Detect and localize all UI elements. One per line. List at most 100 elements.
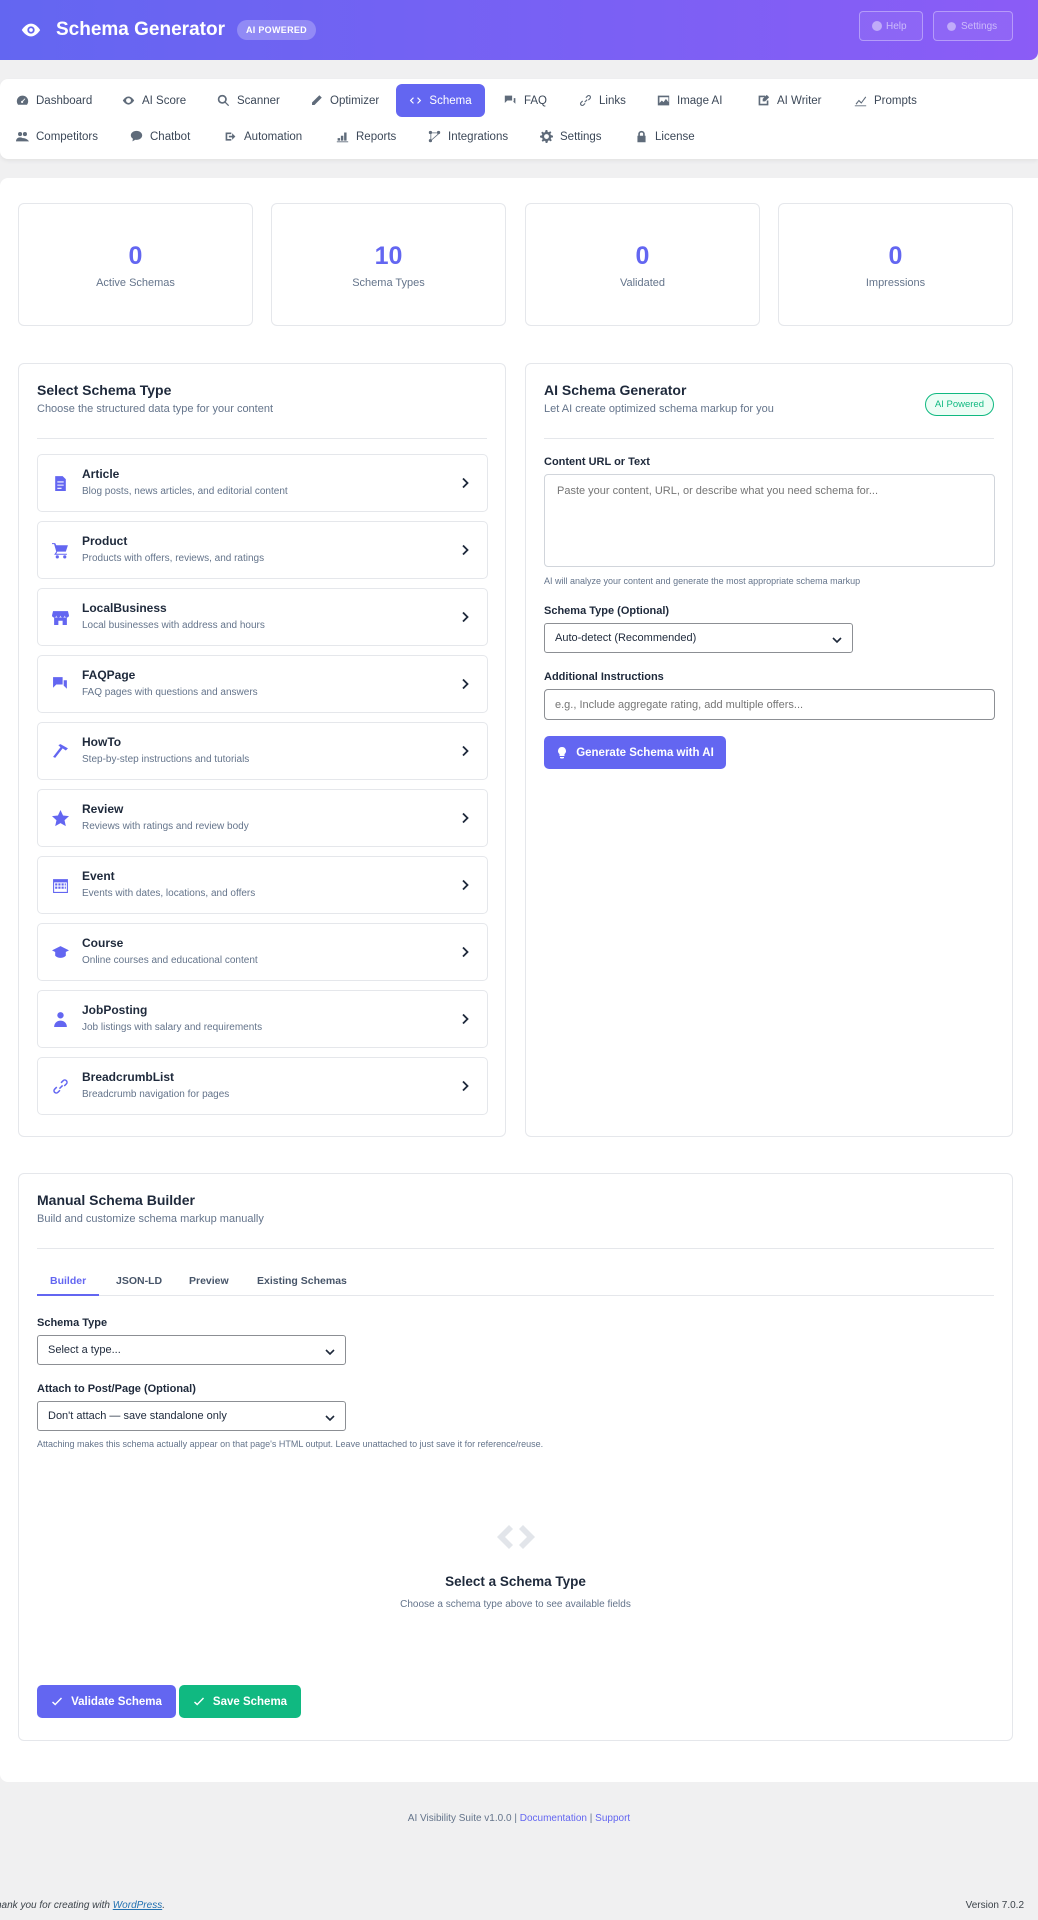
- schema-type-desc: Products with offers, reviews, and ratin…: [82, 553, 265, 564]
- nav-competitors[interactable]: Competitors: [6, 120, 108, 153]
- schema-type-name: JobPosting: [82, 1003, 148, 1017]
- nav-label: Competitors: [36, 130, 98, 143]
- attach-hint: Attaching makes this schema actually app…: [37, 1439, 544, 1449]
- divider: [544, 438, 994, 439]
- save-schema-button[interactable]: Save Schema: [179, 1685, 301, 1718]
- schema-type-faqpage[interactable]: FAQPage FAQ pages with questions and ans…: [37, 655, 488, 713]
- cart-icon: [52, 543, 68, 559]
- nav-schema[interactable]: Schema: [396, 84, 485, 117]
- schema-type-desc: Blog posts, news articles, and editorial…: [82, 486, 288, 497]
- instructions-input[interactable]: [544, 689, 995, 720]
- ai-powered-badge: AI Powered: [924, 393, 994, 416]
- nav-image-ai[interactable]: Image AI: [647, 84, 732, 117]
- nav-ai-writer[interactable]: AI Writer: [747, 84, 832, 117]
- chevron-right-icon: [462, 745, 469, 757]
- nav-label: FAQ: [524, 94, 548, 107]
- hammer-icon: [53, 744, 68, 758]
- user-icon: [54, 1012, 67, 1027]
- schema-type-course[interactable]: Course Online courses and educational co…: [37, 923, 488, 981]
- schema-type-name: FAQPage: [82, 668, 136, 682]
- schema-type-desc: Events with dates, locations, and offers: [82, 888, 256, 899]
- schema-type-name: Course: [82, 936, 124, 950]
- suite-version: AI Visibility Suite v1.0.0 |: [407, 1813, 517, 1824]
- validate-schema-button[interactable]: Validate Schema: [37, 1685, 176, 1718]
- nav-ai-score[interactable]: AI Score: [112, 84, 196, 117]
- schema-type-breadcrumblist[interactable]: BreadcrumbList Breadcrumb navigation for…: [37, 1057, 488, 1115]
- redo-icon: [225, 132, 236, 141]
- nav-label: Optimizer: [330, 94, 380, 107]
- manual-builder-card: Manual Schema Builder Build and customiz…: [18, 1173, 1013, 1741]
- nav-label: License: [655, 130, 695, 143]
- code-icon: [410, 97, 422, 104]
- schema-type-event[interactable]: Event Events with dates, locations, and …: [37, 856, 488, 914]
- nav-integrations[interactable]: Integrations: [418, 120, 518, 153]
- nav-faq[interactable]: FAQ: [494, 84, 557, 117]
- eye-icon: [122, 96, 135, 105]
- nav-scanner[interactable]: Scanner: [207, 84, 290, 117]
- nav-reports[interactable]: Reports: [326, 120, 406, 153]
- schema-type-howto[interactable]: HowTo Step-by-step instructions and tuto…: [37, 722, 488, 780]
- select-value: Don't attach — save standalone only: [48, 1410, 227, 1422]
- stat-label: Active Schemas: [96, 277, 175, 289]
- chevron-down-icon: [832, 637, 842, 644]
- nav-label: Integrations: [448, 130, 509, 143]
- nav-prompts[interactable]: Prompts: [844, 84, 927, 117]
- generate-schema-button[interactable]: Generate Schema with AI: [544, 736, 726, 769]
- attach-post-select[interactable]: Don't attach — save standalone only: [37, 1401, 346, 1431]
- schema-type-name: Product: [82, 534, 128, 548]
- chat-bubble-icon: [130, 130, 143, 142]
- page-title: Schema Generator: [56, 19, 225, 40]
- nav-license[interactable]: License: [625, 120, 705, 153]
- empty-state-subtitle: Choose a schema type above to see availa…: [400, 1599, 631, 1610]
- documentation-link[interactable]: Documentation: [520, 1813, 587, 1824]
- wordpress-link[interactable]: WordPress: [113, 1900, 162, 1911]
- main-nav: Dashboard AI Score Scanner Optimizer Sch…: [0, 79, 1038, 159]
- bar-chart-icon: [336, 132, 349, 143]
- stat-value: 10: [374, 242, 403, 270]
- nav-label: Dashboard: [36, 94, 93, 107]
- select-schema-card: Select Schema Type Choose the structured…: [18, 363, 506, 1137]
- tab-existing-schemas[interactable]: Existing Schemas: [244, 1272, 360, 1296]
- content-textarea[interactable]: [544, 474, 995, 567]
- star-icon: [52, 810, 69, 827]
- button-label: Save Schema: [212, 1695, 288, 1708]
- wp-thanks-period: .: [162, 1900, 165, 1911]
- nav-links[interactable]: Links: [569, 84, 636, 117]
- help-icon: [872, 21, 882, 31]
- tab-json-ld[interactable]: JSON-LD: [103, 1272, 175, 1296]
- check-icon: [193, 1697, 204, 1705]
- tab-builder[interactable]: Builder: [37, 1272, 100, 1296]
- schema-type-select[interactable]: Auto-detect (Recommended): [544, 623, 853, 653]
- settings-button[interactable]: Settings: [933, 11, 1013, 41]
- schema-type-article[interactable]: Article Blog posts, news articles, and e…: [37, 454, 488, 512]
- lock-icon: [637, 130, 646, 143]
- stat-value: 0: [635, 242, 650, 270]
- ai-powered-badge: AI POWERED: [236, 20, 316, 40]
- schema-type-name: BreadcrumbList: [82, 1070, 175, 1084]
- help-button[interactable]: Help: [859, 11, 923, 41]
- schema-type-desc: Job listings with salary and requirement…: [82, 1022, 263, 1033]
- tab-preview[interactable]: Preview: [176, 1272, 242, 1296]
- write-icon: [758, 94, 770, 106]
- schema-type-product[interactable]: Product Products with offers, reviews, a…: [37, 521, 488, 579]
- nav-settings[interactable]: Settings: [530, 120, 612, 153]
- nav-chatbot[interactable]: Chatbot: [120, 120, 200, 153]
- nav-label: Schema: [429, 94, 472, 107]
- schema-type-jobposting[interactable]: JobPosting Job listings with salary and …: [37, 990, 488, 1048]
- schema-type-localbusiness[interactable]: LocalBusiness Local businesses with addr…: [37, 588, 488, 646]
- card-subtitle: Let AI create optimized schema markup fo…: [544, 403, 774, 415]
- calendar-icon: [53, 879, 68, 893]
- help-label: Help: [886, 20, 907, 32]
- schema-type-review[interactable]: Review Reviews with ratings and review b…: [37, 789, 488, 847]
- chevron-right-icon: [462, 946, 469, 958]
- chevron-right-icon: [462, 1013, 469, 1025]
- stat-value: 0: [128, 242, 143, 270]
- button-label: Generate Schema with AI: [576, 746, 714, 759]
- nav-dashboard[interactable]: Dashboard: [6, 84, 102, 117]
- nav-automation[interactable]: Automation: [214, 120, 312, 153]
- nav-optimizer[interactable]: Optimizer: [300, 84, 389, 117]
- integration-icon: [428, 130, 441, 143]
- manual-schema-type-select[interactable]: Select a type...: [37, 1335, 346, 1365]
- button-label: Validate Schema: [71, 1695, 162, 1708]
- support-link[interactable]: Support: [595, 1813, 630, 1824]
